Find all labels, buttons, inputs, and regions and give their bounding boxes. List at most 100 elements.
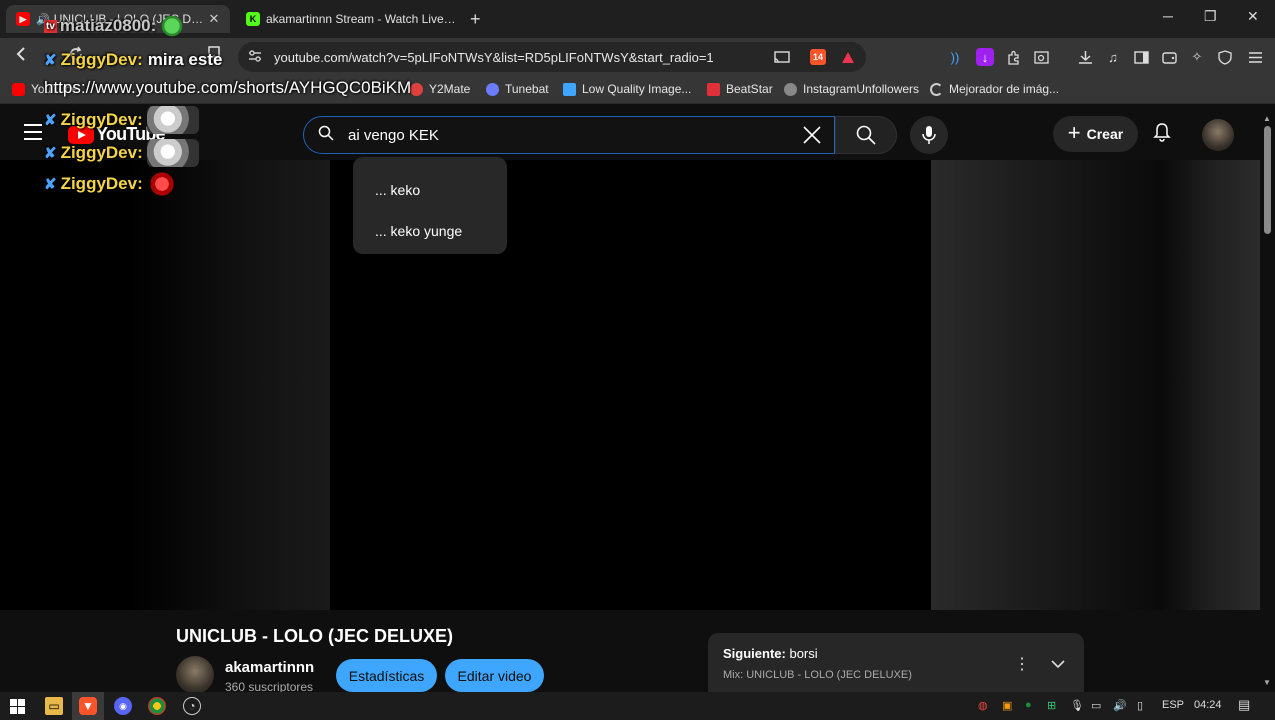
sidebar-icon[interactable] xyxy=(1132,48,1150,66)
search-icon xyxy=(856,125,876,145)
new-tab-button[interactable]: + xyxy=(470,9,481,30)
suggestion-item[interactable]: ... keko xyxy=(353,169,507,210)
network-icon[interactable]: ▭ xyxy=(1091,699,1101,712)
search-button[interactable] xyxy=(835,116,897,154)
voice-search-button[interactable] xyxy=(910,116,948,154)
sword-badge-icon: ✘ xyxy=(44,145,57,162)
tab-kick-stream[interactable]: K akamartinnn Stream - Watch Live on xyxy=(238,5,458,33)
file-explorer-icon[interactable]: ▭ xyxy=(45,697,63,715)
bookmark-mejorador[interactable]: Mejorador de imág... xyxy=(930,82,1059,96)
language-indicator[interactable]: ESP xyxy=(1162,699,1184,711)
chat-overlay-line-top: tv matiaz0800: xyxy=(44,14,185,38)
sword-badge-icon: ✘ xyxy=(44,112,57,129)
account-avatar[interactable] xyxy=(1202,119,1234,151)
video-title: UNICLUB - LOLO (JEC DELUXE) xyxy=(176,626,453,646)
cast-icon[interactable] xyxy=(774,49,790,65)
address-bar[interactable]: youtube.com/watch?v=5pLIFoNTWsY&list=RD5… xyxy=(238,42,866,72)
tab-close-icon[interactable]: ✕ xyxy=(206,11,222,27)
clock[interactable]: 04:24 xyxy=(1194,699,1222,711)
edit-video-button[interactable]: Editar video xyxy=(445,659,544,692)
stats-button[interactable]: Estadísticas xyxy=(336,659,437,692)
chat-overlay-line: ✘ ZiggyDev: xyxy=(44,172,177,196)
download-extension-icon[interactable]: ↓ xyxy=(976,48,994,66)
site-settings-icon[interactable] xyxy=(248,49,264,65)
beatstar-icon xyxy=(707,82,720,96)
tray-app-icon[interactable]: ▣ xyxy=(1002,699,1012,712)
reader-icon[interactable] xyxy=(1032,48,1050,66)
notifications-icon[interactable]: ▤ xyxy=(1238,697,1250,713)
page-scrollbar[interactable]: ▲ ▼ xyxy=(1260,104,1275,692)
suggestion-item[interactable]: ... keko yunge xyxy=(353,210,507,251)
bookmark-instagram-unfollowers[interactable]: InstagramUnfollowers xyxy=(784,82,919,96)
bookmark-beatstar[interactable]: BeatStar xyxy=(707,82,773,96)
tunebat-icon xyxy=(486,82,499,96)
hamburger-menu-icon[interactable] xyxy=(24,124,42,145)
close-window-button[interactable]: ✕ xyxy=(1247,8,1259,25)
chrome-icon[interactable] xyxy=(148,697,166,715)
volume-icon[interactable]: 🔊 xyxy=(1113,699,1127,712)
sword-badge-icon: ✘ xyxy=(44,176,57,193)
search-input[interactable] xyxy=(348,126,788,144)
wallet-icon[interactable] xyxy=(1160,48,1178,66)
back-button[interactable] xyxy=(14,46,28,67)
lips-emote-icon xyxy=(146,172,177,196)
search-suggestions-dropdown: ... keko ... keko yunge xyxy=(353,157,507,254)
restore-button[interactable]: ❐ xyxy=(1204,8,1217,25)
y2mate-icon xyxy=(410,82,423,96)
extensions-icon[interactable] xyxy=(1004,48,1022,66)
kick-favicon-icon: K xyxy=(246,12,260,26)
brave-browser-icon[interactable]: ▼ xyxy=(79,697,97,715)
twitch-badge-icon: tv xyxy=(44,19,57,33)
channel-avatar[interactable] xyxy=(176,656,214,694)
bookmark-low-quality-image[interactable]: Low Quality Image... xyxy=(563,82,691,96)
minimize-button[interactable]: ─ xyxy=(1163,8,1173,24)
up-next-line: Siguiente: borsi xyxy=(723,646,818,661)
plus-icon: + xyxy=(1067,120,1081,145)
tab-title: akamartinnn Stream - Watch Live on xyxy=(266,12,458,26)
discord-icon[interactable]: ◉ xyxy=(114,697,132,715)
create-button[interactable]: + Crear xyxy=(1053,116,1138,152)
search-box xyxy=(303,116,835,154)
bookmark-tunebat[interactable]: Tunebat xyxy=(486,82,549,96)
bookmark-y2mate[interactable]: Y2Mate xyxy=(410,82,470,96)
more-options-icon[interactable]: ⋮ xyxy=(1014,654,1030,674)
microphone-tray-icon[interactable]: 🎙 xyxy=(1070,699,1084,712)
windows-taskbar: ▭ ▼ ◉ ◔ ◍ ▣ ● ⊞ 🎙 ▭ 🔊 ▯ ESP 04:24 ▤ xyxy=(0,692,1275,720)
chat-overlay-line: ✘ ZiggyDev: xyxy=(44,139,199,167)
obs-icon[interactable]: ◔ xyxy=(183,697,201,715)
channel-name[interactable]: akamartinnn xyxy=(225,659,314,676)
chat-overlay-link: https://www.youtube.com/shorts/AYHGQC0Bi… xyxy=(44,78,412,97)
vpn-icon[interactable] xyxy=(1216,48,1234,66)
up-next-card[interactable]: Siguiente: borsi Mix: UNICLUB - LOLO (JE… xyxy=(708,633,1084,692)
chevron-down-icon[interactable] xyxy=(1051,656,1065,674)
tray-app-icon[interactable]: ◍ xyxy=(978,699,988,712)
chat-overlay-line: ✘ ZiggyDev: xyxy=(44,106,199,134)
chat-overlay-line: ✘ ZiggyDev: mira este xyxy=(44,50,223,69)
windows-start-icon[interactable] xyxy=(8,697,26,715)
video-ambient-right xyxy=(931,160,1260,610)
battery-icon[interactable]: ▯ xyxy=(1137,699,1143,712)
brave-rewards-icon[interactable] xyxy=(840,49,856,65)
globe-icon xyxy=(784,82,797,96)
c-logo-icon xyxy=(930,82,943,96)
tray-app-icon[interactable]: ⊞ xyxy=(1047,699,1056,712)
scroll-up-arrow-icon[interactable]: ▲ xyxy=(1263,114,1271,123)
downloads-icon[interactable] xyxy=(1076,48,1094,66)
youtube-favicon-icon: ▶ xyxy=(16,12,30,26)
scroll-down-arrow-icon[interactable]: ▼ xyxy=(1263,678,1271,687)
microphone-icon xyxy=(922,126,936,144)
leo-ai-icon[interactable]: ✧ xyxy=(1188,48,1206,66)
green-emote-icon xyxy=(160,14,185,38)
scrollbar-thumb[interactable] xyxy=(1264,126,1271,234)
search-icon xyxy=(318,125,336,146)
audio-extension-icon[interactable]: )) xyxy=(946,48,964,66)
tray-app-icon[interactable]: ● xyxy=(1025,699,1032,711)
clear-search-icon[interactable] xyxy=(802,125,822,150)
browser-tab-strip: ▶ 🔊 UNICLUB - LOLO (JEC DELUXE) ✕ K akam… xyxy=(0,0,1275,38)
video-info-area: UNICLUB - LOLO (JEC DELUXE) akamartinnn … xyxy=(0,610,1260,694)
media-icon[interactable]: ♫ xyxy=(1104,48,1122,66)
notifications-bell-icon[interactable] xyxy=(1153,122,1171,147)
menu-icon[interactable] xyxy=(1246,48,1264,66)
youtube-icon xyxy=(12,82,25,96)
brave-shield-icon[interactable]: 14 xyxy=(810,49,826,65)
